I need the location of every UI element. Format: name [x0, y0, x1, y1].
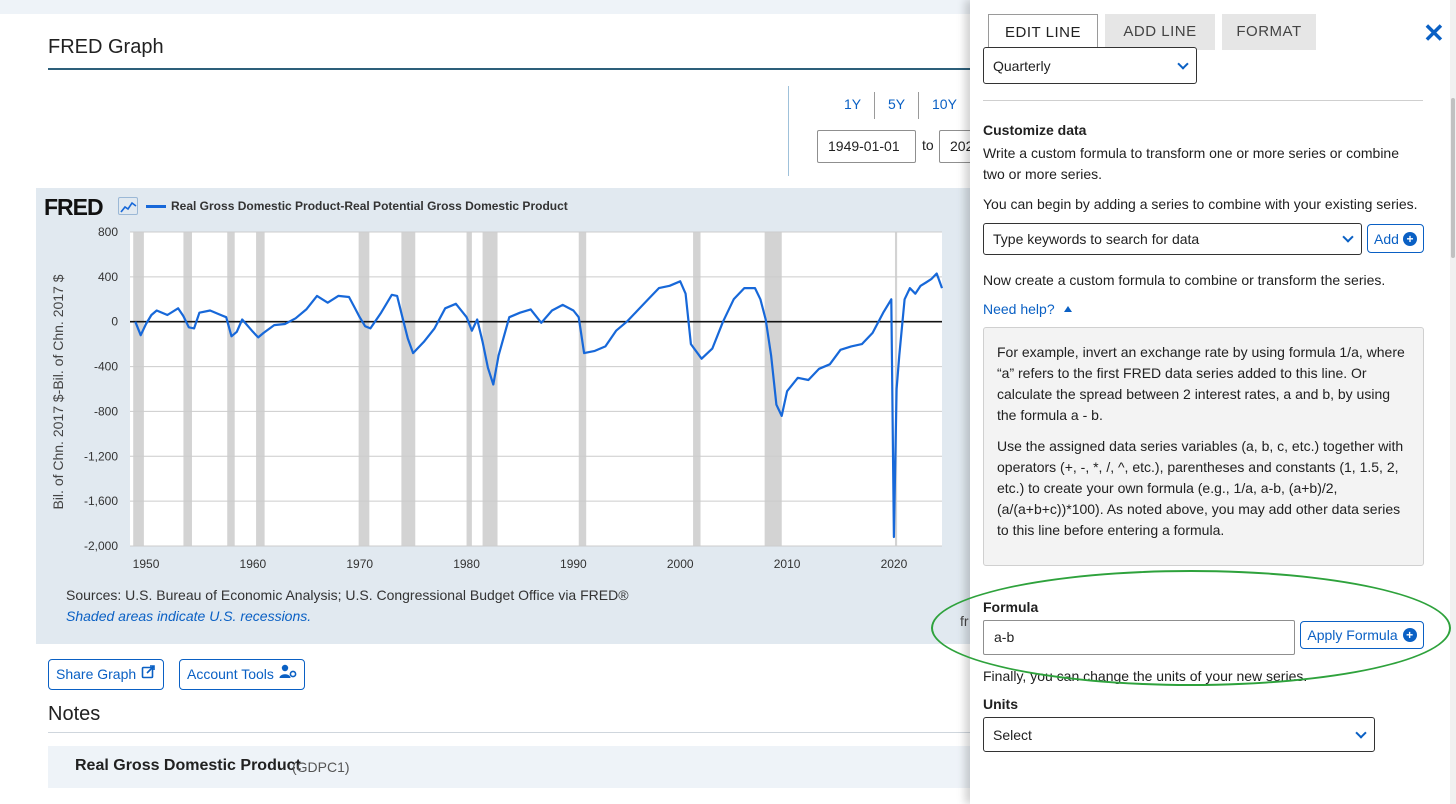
- line-chart: 800 400 0 -400 -800 -1,200 -1,600 -2,000 1950 196…: [84, 225, 944, 571]
- apply-formula-button[interactable]: Apply Formula +: [1300, 621, 1424, 649]
- formula-input[interactable]: a-b: [983, 620, 1295, 655]
- notes-divider: [48, 732, 970, 733]
- y-axis-title: Bil. of Chn. 2017 $-Bil. of Chn. 2017 $: [50, 274, 66, 510]
- plot-area: [130, 232, 942, 546]
- close-icon[interactable]: ✕: [1423, 20, 1445, 46]
- range-divider: [918, 92, 919, 119]
- recession-band: [764, 232, 782, 546]
- recession-band: [183, 232, 192, 546]
- frequency-value: Quarterly: [993, 57, 1051, 74]
- panel-scroll-thumb[interactable]: [1451, 98, 1455, 258]
- range-5y-button[interactable]: 5Y: [888, 96, 905, 112]
- recession-band: [482, 232, 498, 546]
- chevron-down-icon: [1355, 726, 1367, 739]
- add-series-label: Add: [1374, 230, 1399, 247]
- x-tick-label: 2010: [774, 557, 801, 571]
- formula-label: Formula: [983, 599, 1039, 615]
- x-tick-label: 1960: [240, 557, 267, 571]
- series-note-id: (GDPC1): [292, 759, 350, 775]
- series-note-name: Real Gross Domestic Product: [75, 757, 301, 774]
- range-10y-button[interactable]: 10Y: [932, 96, 957, 112]
- recession-band: [133, 232, 144, 546]
- recession-band: [256, 232, 265, 546]
- frequency-select[interactable]: Quarterly: [983, 47, 1197, 84]
- page-title: FRED Graph: [48, 36, 164, 58]
- recession-note: Shaded areas indicate U.S. recessions.: [66, 608, 312, 624]
- units-value: Select: [993, 726, 1032, 743]
- units-label: Units: [983, 696, 1018, 712]
- share-graph-button[interactable]: Share Graph: [48, 659, 165, 690]
- formula-instructions: Now create a custom formula to combine o…: [983, 272, 1386, 288]
- help-paragraph-1: For example, invert an exchange rate by …: [997, 344, 1405, 423]
- x-tick-label: 2020: [881, 557, 908, 571]
- range-divider: [874, 92, 875, 119]
- y-tick-label: -400: [94, 360, 118, 374]
- need-help-toggle[interactable]: Need help?: [983, 301, 1072, 317]
- y-tick-label: -2,000: [84, 539, 118, 553]
- apply-formula-label: Apply Formula: [1307, 627, 1398, 643]
- units-instructions: Finally, you can change the units of you…: [983, 668, 1308, 684]
- share-graph-label: Share Graph: [56, 666, 137, 682]
- customize-data-heading: Customize data: [983, 122, 1087, 138]
- tab-format[interactable]: FORMAT: [1222, 14, 1316, 50]
- recession-band: [466, 232, 472, 546]
- tab-edit-line[interactable]: EDIT LINE: [988, 14, 1098, 51]
- y-tick-label: -1,600: [84, 494, 118, 508]
- y-tick-label: 800: [98, 225, 118, 239]
- tab-add-line[interactable]: ADD LINE: [1105, 14, 1215, 50]
- recession-band: [401, 232, 416, 546]
- y-tick-label: -800: [94, 404, 118, 418]
- account-tools-label: Account Tools: [187, 666, 274, 682]
- top-strip: [0, 0, 970, 14]
- range-1y-button[interactable]: 1Y: [844, 96, 861, 112]
- panel-divider: [983, 100, 1423, 101]
- notes-heading: Notes: [48, 703, 101, 725]
- begin-instructions: You can begin by adding a series to comb…: [983, 196, 1418, 212]
- customize-data-description: Write a custom formula to transform one …: [983, 145, 1400, 182]
- recession-band: [227, 232, 235, 546]
- y-tick-label: 0: [111, 315, 118, 329]
- x-tick-label: 2000: [667, 557, 694, 571]
- x-tick-label: 1980: [453, 557, 480, 571]
- need-help-label: Need help?: [983, 301, 1055, 317]
- date-to-label: to: [922, 137, 934, 153]
- y-tick-label: -1,200: [84, 449, 118, 463]
- start-date-input[interactable]: 1949-01-01: [817, 130, 916, 163]
- account-tools-button[interactable]: Account Tools: [179, 659, 305, 690]
- title-divider: [48, 68, 970, 70]
- x-tick-label: 1950: [133, 557, 160, 571]
- help-paragraph-2: Use the assigned data series variables (…: [997, 438, 1404, 538]
- chevron-down-icon: [1177, 57, 1189, 70]
- user-gear-icon: [279, 660, 297, 689]
- x-tick-label: 1990: [560, 557, 587, 571]
- share-icon: [141, 660, 156, 689]
- recession-band: [578, 232, 587, 546]
- add-series-button[interactable]: Add +: [1367, 224, 1424, 253]
- y-tick-label: 400: [98, 270, 118, 284]
- recession-band: [693, 232, 701, 546]
- chart-sources: Sources: U.S. Bureau of Economic Analysi…: [66, 587, 629, 603]
- plus-circle-icon: +: [1402, 231, 1417, 246]
- x-tick-label: 1970: [346, 557, 373, 571]
- plus-circle-icon: +: [1402, 628, 1417, 642]
- chevron-down-icon: [1342, 231, 1354, 243]
- series-search-select[interactable]: Type keywords to search for data: [983, 223, 1362, 255]
- units-select[interactable]: Select: [983, 717, 1375, 752]
- clipped-text: fr: [960, 613, 969, 629]
- caret-up-icon: [1063, 306, 1072, 312]
- recession-band: [358, 232, 370, 546]
- series-search-placeholder: Type keywords to search for data: [993, 231, 1200, 247]
